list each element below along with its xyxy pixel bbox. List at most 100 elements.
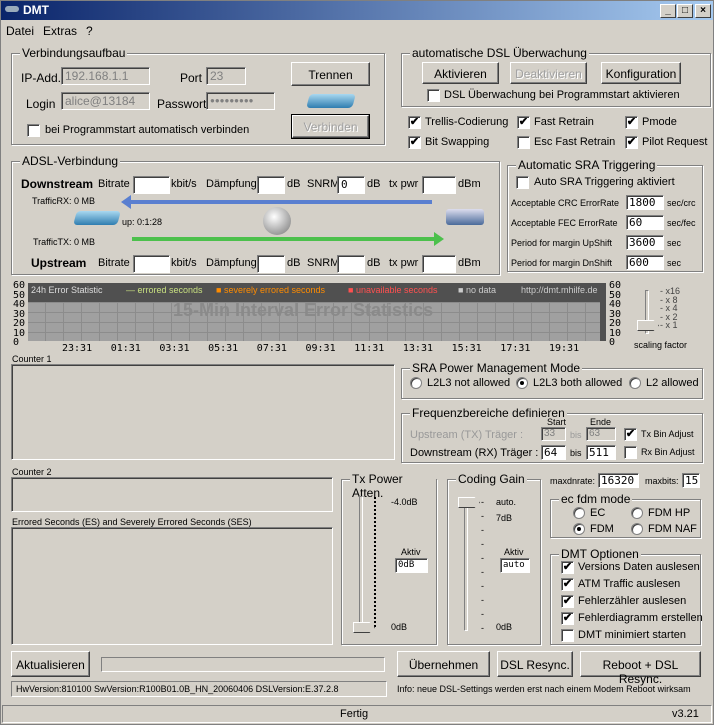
modem-icon [306, 94, 356, 108]
apply-button[interactable]: Übernehmen [397, 651, 490, 677]
tx-bin-adjust-checkbox[interactable]: ✔ [624, 428, 637, 441]
power-mode-radio[interactable] [410, 377, 422, 389]
tx-atten-ticks [374, 497, 376, 627]
sra-row-input[interactable]: 1800 [626, 195, 664, 210]
configuration-button[interactable]: Konfiguration [601, 62, 681, 84]
x-tick: 15:31 [451, 343, 482, 354]
x-tick: 07:31 [256, 343, 287, 354]
maxdnrate-label: maxdnrate: [550, 476, 596, 486]
maxbits-label: maxbits: [645, 476, 679, 486]
legend-ses: ■ severely errored seconds [216, 285, 325, 295]
es-label: Errored Seconds (ES) and Severely Errore… [12, 517, 252, 527]
title-bar: DMT _ □ × [1, 1, 713, 20]
auto-sra-label: Auto SRA Triggering aktiviert [534, 176, 675, 188]
chart-edge [600, 283, 606, 341]
ip-input[interactable]: 192.168.1.1 [61, 67, 150, 85]
reboot-resync-button[interactable]: Reboot + DSL Resync. [580, 651, 701, 686]
up-end-input[interactable]: 63 [586, 427, 616, 441]
counter1-panel [11, 364, 395, 460]
ec-fdm-radio[interactable] [631, 507, 643, 519]
error-chart: 24h Error Statistic — errored seconds ■ … [28, 283, 606, 341]
chart-url[interactable]: http://dmt.mhilfe.de [521, 285, 598, 295]
scaling-caption: scaling factor [634, 340, 688, 350]
sra-row-input[interactable]: 600 [626, 255, 664, 270]
bitrate-label: Bitrate [98, 257, 130, 269]
upstream-arrow [132, 237, 434, 241]
option-checkbox[interactable] [517, 136, 530, 149]
autoconnect-checkbox[interactable] [27, 124, 40, 137]
dmt-option-checkbox[interactable]: ✔ [561, 578, 574, 591]
menu-datei[interactable]: Datei [6, 24, 34, 38]
ec-fdm-label: FDM [590, 523, 614, 535]
ec-fdm-radio[interactable] [573, 523, 585, 535]
version-info: HwVersion:810100 SwVersion:R100B01.0B_HN… [11, 681, 387, 697]
menu-extras[interactable]: Extras [43, 24, 77, 38]
menu-help[interactable]: ? [86, 24, 93, 38]
ec-fdm-radio[interactable] [573, 507, 585, 519]
sra-row-label: Period for margin UpShift [511, 238, 613, 248]
up-start-input[interactable]: 33 [541, 427, 566, 441]
group-legend: Frequenzbereiche definieren [410, 406, 567, 420]
downstream-arrowhead [121, 195, 131, 209]
dmt-option-checkbox[interactable] [561, 629, 574, 642]
close-button[interactable]: × [695, 4, 711, 18]
scaling-tick: - x 1 [660, 320, 678, 330]
group-legend: ec fdm mode [559, 492, 633, 506]
maxbits-input[interactable]: 15 [682, 473, 700, 488]
activate-button[interactable]: Aktivieren [422, 62, 499, 84]
disconnect-button[interactable]: Trennen [291, 62, 370, 86]
ec-fdm-radio[interactable] [631, 523, 643, 535]
down-end-input[interactable]: 511 [586, 445, 616, 460]
x-tick: 23:31 [62, 343, 93, 354]
traffic-tx: TrafficTX: 0 MB [33, 237, 96, 247]
uptime: up: 0:1:28 [122, 217, 163, 227]
login-input[interactable]: alice@13184 [61, 92, 150, 110]
globe-icon [263, 207, 291, 235]
deactivate-button[interactable]: Deaktivieren [510, 62, 587, 84]
scaling-tick-label: x 1 [665, 320, 678, 330]
cg-tick: - [481, 553, 484, 563]
cg-tick: - [481, 581, 484, 591]
x-tick: 17:31 [500, 343, 531, 354]
legend-nodata: ■ no data [458, 285, 496, 295]
down-start-input[interactable]: 64 [541, 445, 566, 460]
option-checkbox[interactable]: ✔ [408, 136, 421, 149]
option-checkbox[interactable]: ✔ [517, 116, 530, 129]
dmt-option-checkbox[interactable]: ✔ [561, 612, 574, 625]
power-mode-radio[interactable] [629, 377, 641, 389]
dmt-option-checkbox[interactable]: ✔ [561, 595, 574, 608]
option-label: Pilot Request [642, 136, 708, 148]
maximize-button[interactable]: □ [677, 4, 693, 18]
dsl-resync-button[interactable]: DSL Resync. [497, 651, 573, 677]
coding-gain-track[interactable] [464, 497, 468, 631]
downstream-carrier-label: Downstream (RX) Träger : [410, 447, 539, 459]
dbm-label: dBm [458, 257, 481, 269]
option-checkbox[interactable]: ✔ [625, 116, 638, 129]
power-mode-label: L2L3 both allowed [533, 377, 623, 389]
auto-sra-checkbox[interactable] [516, 176, 529, 189]
group-legend: automatische DSL Überwachung [410, 46, 589, 60]
app-icon [5, 6, 19, 12]
group-legend: SRA Power Management Mode [410, 361, 583, 375]
cg-top: auto. [496, 497, 517, 507]
option-label: Trellis-Codierung [425, 116, 509, 128]
password-input[interactable]: ●●●●●●●●● [206, 92, 275, 110]
rx-bin-adjust-checkbox[interactable] [624, 446, 637, 459]
start-label: Start [547, 417, 567, 427]
tx-atten-track[interactable] [359, 496, 363, 630]
monitor-autostart-checkbox[interactable] [427, 89, 440, 102]
port-input[interactable]: 23 [206, 67, 246, 85]
refresh-button[interactable]: Aktualisieren [11, 651, 90, 677]
option-checkbox[interactable]: ✔ [625, 136, 638, 149]
monitor-autostart-label: DSL Überwachung bei Programmstart aktivi… [444, 89, 680, 101]
dmt-option-checkbox[interactable]: ✔ [561, 561, 574, 574]
group-legend: DMT Optionen [559, 547, 641, 561]
connect-button[interactable]: Verbinden [291, 114, 370, 139]
power-mode-radio[interactable] [516, 377, 528, 389]
option-checkbox[interactable]: ✔ [408, 116, 421, 129]
dmt-option-label: DMT minimiert starten [578, 629, 686, 641]
maxdnrate-input[interactable]: 16320 [598, 473, 639, 488]
sra-row-input[interactable]: 60 [626, 215, 664, 230]
sra-row-input[interactable]: 3600 [626, 235, 664, 250]
minimize-button[interactable]: _ [660, 4, 676, 18]
